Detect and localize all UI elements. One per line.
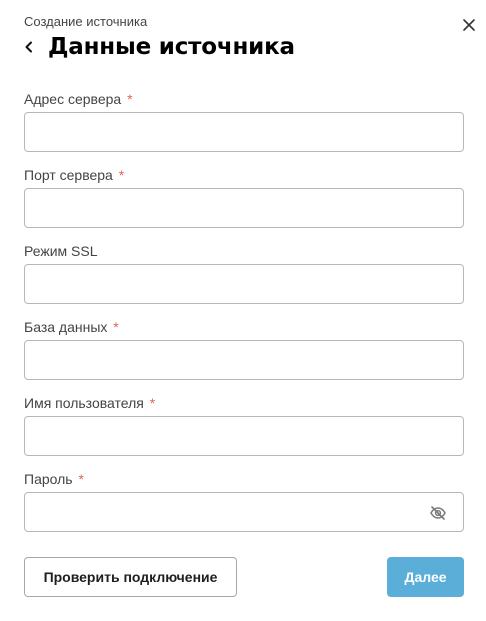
server-address-field: Адрес сервера *	[24, 90, 464, 152]
password-input[interactable]	[25, 493, 463, 531]
database-input-box	[24, 340, 464, 380]
server-port-input-box	[24, 188, 464, 228]
username-field: Имя пользователя *	[24, 394, 464, 456]
password-field: Пароль *	[24, 470, 464, 532]
username-label: Имя пользователя *	[24, 394, 464, 412]
ssl-mode-label-text: Режим SSL	[24, 243, 98, 259]
ssl-mode-label: Режим SSL	[24, 242, 464, 260]
title-row: Данные источника	[24, 32, 295, 62]
server-address-input-box	[24, 112, 464, 152]
server-port-label-text: Порт сервера	[24, 167, 113, 183]
server-port-field: Порт сервера *	[24, 166, 464, 228]
server-address-label: Адрес сервера *	[24, 90, 464, 108]
chevron-left-icon[interactable]	[24, 34, 40, 60]
eye-off-icon[interactable]	[429, 504, 447, 522]
create-source-dialog: Создание источника Данные источника Адре…	[0, 0, 486, 621]
server-address-label-text: Адрес сервера	[24, 91, 122, 107]
database-input[interactable]	[25, 341, 463, 379]
server-address-input[interactable]	[25, 113, 463, 151]
page-title: Данные источника	[48, 34, 295, 60]
close-icon[interactable]	[460, 16, 478, 34]
password-input-box	[24, 492, 464, 532]
check-connection-button[interactable]: Проверить подключение	[24, 557, 237, 597]
username-input[interactable]	[25, 417, 463, 455]
username-input-box	[24, 416, 464, 456]
dialog-subtitle: Создание источника	[24, 14, 148, 29]
required-mark: *	[78, 471, 84, 487]
required-mark: *	[118, 167, 125, 183]
database-label-text: База данных	[24, 319, 108, 335]
server-port-input[interactable]	[25, 189, 463, 227]
database-field: База данных *	[24, 318, 464, 380]
required-mark: *	[113, 319, 119, 335]
ssl-mode-input[interactable]	[25, 265, 463, 303]
server-port-label: Порт сервера *	[24, 166, 464, 184]
username-label-text: Имя пользователя	[24, 395, 144, 411]
ssl-mode-input-box	[24, 264, 464, 304]
ssl-mode-field: Режим SSL	[24, 242, 464, 304]
required-mark: *	[149, 395, 156, 411]
password-label: Пароль *	[24, 470, 464, 488]
database-label: База данных *	[24, 318, 464, 336]
required-mark: *	[127, 91, 133, 107]
password-label-text: Пароль	[24, 471, 73, 487]
next-button[interactable]: Далее	[387, 557, 464, 597]
